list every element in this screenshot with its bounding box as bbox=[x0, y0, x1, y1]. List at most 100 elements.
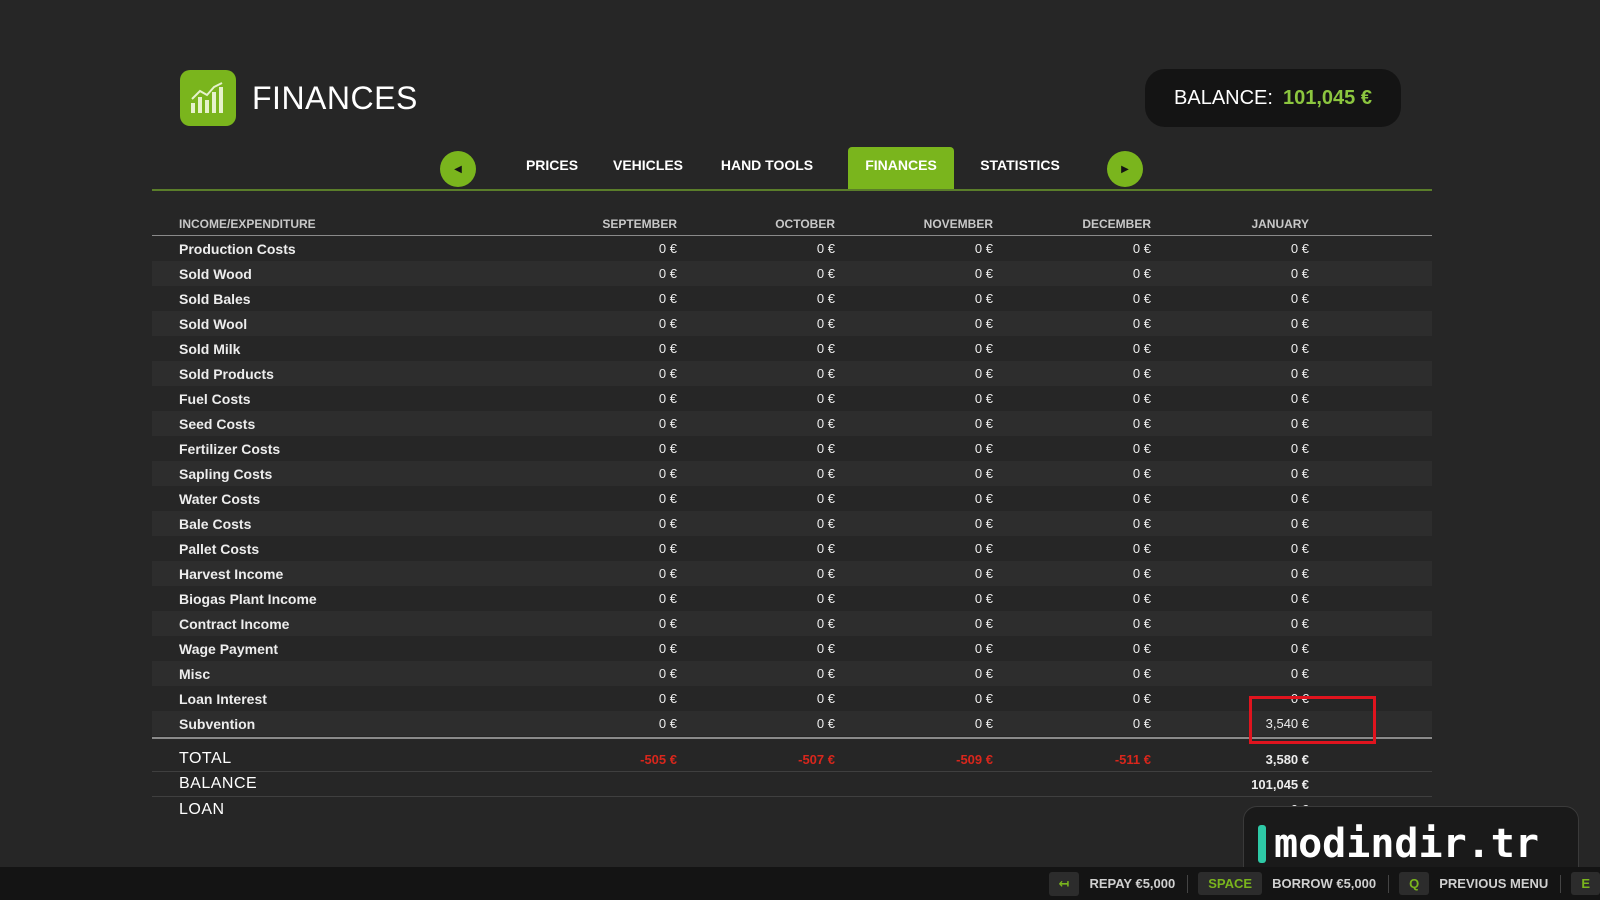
key-q[interactable]: Q bbox=[1399, 872, 1430, 895]
row-label: Loan Interest bbox=[179, 690, 267, 707]
row-value: 0 € bbox=[974, 241, 993, 256]
row-label: Water Costs bbox=[179, 490, 261, 507]
row-value: 0 € bbox=[658, 691, 677, 706]
tab-finances[interactable]: FINANCES bbox=[848, 147, 954, 189]
row-label: Sold Wood bbox=[179, 265, 252, 282]
row-value: 0 € bbox=[816, 466, 835, 481]
total-value: -505 € bbox=[640, 751, 677, 767]
row-value: 0 € bbox=[974, 341, 993, 356]
row-value: 0 € bbox=[1132, 266, 1151, 281]
row-value: 0 € bbox=[658, 516, 677, 531]
row-value: 0 € bbox=[816, 641, 835, 656]
row-value: 0 € bbox=[1132, 291, 1151, 306]
row-value: 0 € bbox=[658, 366, 677, 381]
row-value: 0 € bbox=[816, 566, 835, 581]
tab-prices[interactable]: PRICES bbox=[512, 147, 592, 189]
row-value: 0 € bbox=[1132, 691, 1151, 706]
balance-display: BALANCE: 101,045 € bbox=[1145, 69, 1401, 127]
row-value: 0 € bbox=[816, 316, 835, 331]
table-row: Fertilizer Costs 0 € 0 € 0 € 0 € 0 € bbox=[152, 436, 1432, 461]
row-label: Production Costs bbox=[179, 240, 296, 257]
balance-row-value: 101,045 € bbox=[1251, 776, 1309, 792]
total-value: -511 € bbox=[1114, 751, 1151, 767]
row-value: 0 € bbox=[1132, 666, 1151, 681]
finances-chart-icon bbox=[180, 70, 236, 126]
row-value: 0 € bbox=[658, 291, 677, 306]
column-header: JANUARY bbox=[1251, 217, 1309, 231]
tab-bar: ◀ PRICES VEHICLES HAND TOOLS FINANCES ST… bbox=[440, 147, 1160, 189]
row-value: 0 € bbox=[1290, 641, 1309, 656]
row-label: Contract Income bbox=[179, 615, 290, 632]
repay-button[interactable]: REPAY €5,000 bbox=[1089, 876, 1175, 891]
row-label: Subvention bbox=[179, 715, 256, 732]
table-row: Sold Milk 0 € 0 € 0 € 0 € 0 € bbox=[152, 336, 1432, 361]
balance-row-label: BALANCE bbox=[179, 775, 258, 792]
tab-prev-button[interactable]: ◀ bbox=[440, 151, 476, 187]
table-row: Misc 0 € 0 € 0 € 0 € 0 € bbox=[152, 661, 1432, 686]
table-header: INCOME/EXPENDITURE SEPTEMBER OCTOBER NOV… bbox=[152, 212, 1432, 236]
row-value: 0 € bbox=[658, 491, 677, 506]
row-value: 0 € bbox=[658, 541, 677, 556]
total-value: 3,580 € bbox=[1265, 751, 1309, 767]
row-value: 0 € bbox=[974, 716, 993, 731]
row-label: Fuel Costs bbox=[179, 390, 251, 407]
row-value: 0 € bbox=[974, 666, 993, 681]
row-value: 0 € bbox=[816, 516, 835, 531]
row-value: 0 € bbox=[974, 591, 993, 606]
row-value: 0 € bbox=[1132, 541, 1151, 556]
row-value: 0 € bbox=[1132, 516, 1151, 531]
table-row: Wage Payment 0 € 0 € 0 € 0 € 0 € bbox=[152, 636, 1432, 661]
row-value: 0 € bbox=[1290, 466, 1309, 481]
row-value: 0 € bbox=[1132, 641, 1151, 656]
balance-value: 101,045 € bbox=[1282, 86, 1372, 109]
row-value: 0 € bbox=[658, 641, 677, 656]
key-space[interactable]: SPACE bbox=[1198, 872, 1263, 895]
row-value: 0 € bbox=[1132, 341, 1151, 356]
tab-underline bbox=[152, 189, 1432, 191]
key-e[interactable]: E bbox=[1571, 872, 1600, 895]
row-value: 0 € bbox=[1290, 366, 1309, 381]
row-value: 0 € bbox=[974, 441, 993, 456]
row-value: 0 € bbox=[1290, 241, 1309, 256]
tab-statistics[interactable]: STATISTICS bbox=[970, 147, 1070, 189]
row-value: 0 € bbox=[974, 291, 993, 306]
tab-next-button[interactable]: ▶ bbox=[1107, 151, 1143, 187]
row-value: 0 € bbox=[1290, 666, 1309, 681]
row-value: 0 € bbox=[658, 316, 677, 331]
row-value: 0 € bbox=[1132, 466, 1151, 481]
watermark-text: modindir.tr bbox=[1274, 821, 1539, 867]
row-value: 0 € bbox=[658, 566, 677, 581]
previous-menu-button[interactable]: PREVIOUS MENU bbox=[1439, 876, 1548, 891]
row-label: Sold Products bbox=[179, 365, 274, 382]
row-value: 0 € bbox=[816, 716, 835, 731]
row-value: 0 € bbox=[1290, 316, 1309, 331]
tab-hand-tools[interactable]: HAND TOOLS bbox=[712, 147, 822, 189]
tab-vehicles[interactable]: VEHICLES bbox=[603, 147, 693, 189]
balance-row: BALANCE 101,045 € bbox=[152, 772, 1432, 797]
row-value: 0 € bbox=[974, 541, 993, 556]
row-value: 0 € bbox=[816, 666, 835, 681]
table-row: Production Costs 0 € 0 € 0 € 0 € 0 € bbox=[152, 236, 1432, 261]
column-header: OCTOBER bbox=[775, 217, 835, 231]
row-value: 0 € bbox=[658, 266, 677, 281]
row-value: 0 € bbox=[974, 616, 993, 631]
row-value: 0 € bbox=[658, 391, 677, 406]
row-value: 0 € bbox=[974, 316, 993, 331]
row-value: 0 € bbox=[974, 391, 993, 406]
table-row: Loan Interest 0 € 0 € 0 € 0 € 0 € bbox=[152, 686, 1432, 711]
row-value: 0 € bbox=[1132, 391, 1151, 406]
row-label: Sold Wool bbox=[179, 315, 248, 332]
row-value: 0 € bbox=[1290, 391, 1309, 406]
row-value: 0 € bbox=[1132, 441, 1151, 456]
row-value: 0 € bbox=[974, 491, 993, 506]
row-label: Seed Costs bbox=[179, 415, 256, 432]
row-value: 0 € bbox=[658, 241, 677, 256]
table-row: Sold Wool 0 € 0 € 0 € 0 € 0 € bbox=[152, 311, 1432, 336]
row-value: 0 € bbox=[1132, 366, 1151, 381]
total-separator bbox=[152, 737, 1432, 739]
table-row: Harvest Income 0 € 0 € 0 € 0 € 0 € bbox=[152, 561, 1432, 586]
key-repay[interactable]: ↤ bbox=[1048, 871, 1080, 896]
borrow-button[interactable]: BORROW €5,000 bbox=[1272, 876, 1376, 891]
row-value: 0 € bbox=[974, 416, 993, 431]
row-value: 0 € bbox=[1290, 691, 1309, 706]
